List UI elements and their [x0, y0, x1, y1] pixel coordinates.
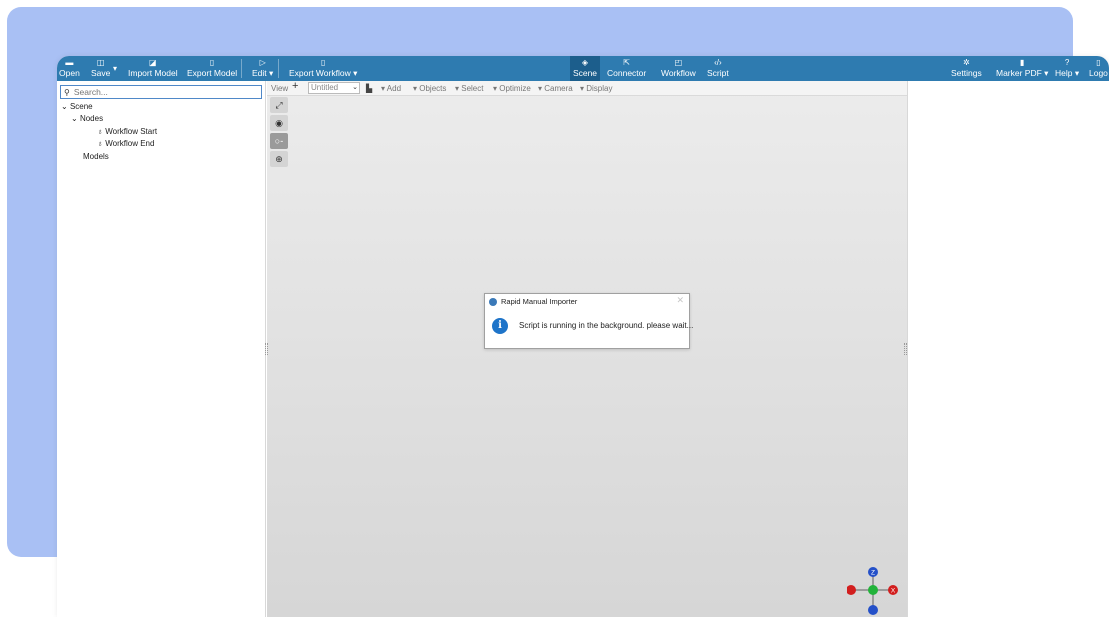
pdf-icon: ▮: [1020, 58, 1025, 67]
import-icon: ◪: [149, 58, 157, 67]
view-label: View: [271, 84, 289, 93]
main-toolbar: ▬ Open ◫ Save ▾ ◪ Import Model ▯ Export …: [57, 56, 1109, 81]
cube-icon: ◈: [581, 58, 589, 67]
camera-menu[interactable]: ▾ Camera: [538, 83, 573, 94]
help-icon: ?: [1064, 58, 1070, 67]
scene-tree-panel: ⚲ ⌄ Scene ⌄ Nodes ♁ Workflow Start ♁ Wor…: [57, 81, 266, 617]
help-menu[interactable]: ? Help ▾: [1055, 56, 1079, 81]
connector-icon: ⇱: [623, 58, 630, 67]
save-button[interactable]: ◫ Save: [91, 56, 110, 81]
tab-workflow[interactable]: ◰ Workflow: [661, 56, 696, 81]
search-box[interactable]: ⚲: [60, 85, 262, 99]
tree-item-workflow-end[interactable]: ♁ Workflow End: [97, 138, 154, 150]
info-icon: i: [492, 318, 508, 334]
search-input[interactable]: [73, 87, 244, 97]
chevron-down-icon: ⌄: [71, 114, 78, 123]
folder-icon: ▬: [65, 58, 74, 67]
edit-menu[interactable]: ▷ Edit ▾: [252, 56, 273, 81]
logout-button[interactable]: ▯ Logo: [1089, 56, 1108, 81]
chevron-down-icon: ⌄: [61, 102, 68, 111]
target-icon[interactable]: ⊕: [270, 151, 288, 167]
dialog-title: Rapid Manual Importer: [489, 297, 577, 306]
tree-item-scene[interactable]: ⌄ Scene: [61, 101, 93, 113]
x-axis-label: X: [891, 588, 896, 595]
neg-z-axis-handle[interactable]: [868, 605, 878, 615]
tab-connector[interactable]: ⇱ Connector: [607, 56, 646, 81]
importer-dialog: Rapid Manual Importer ✕ i Script is runn…: [484, 293, 694, 349]
layers-icon[interactable]: ▙: [366, 83, 372, 94]
3d-viewport[interactable]: View + Untitled ⌄ ▙ ▾ Add ▾ Objects ▾ Se…: [267, 81, 907, 617]
marker-pdf-menu[interactable]: ▮ Marker PDF ▾: [996, 56, 1048, 81]
gear-icon: ✲: [963, 58, 970, 67]
neg-x-axis-handle[interactable]: [847, 585, 856, 595]
export-workflow-icon: ▯: [320, 58, 326, 67]
tree-item-nodes[interactable]: ⌄ Nodes: [71, 113, 103, 125]
toolbar-divider: [241, 59, 242, 78]
z-axis-label: Z: [871, 570, 875, 577]
toolbar-divider: [278, 59, 279, 78]
settings-button[interactable]: ✲ Settings: [951, 56, 982, 81]
chevron-down-icon: ⌄: [352, 84, 358, 91]
eye-icon[interactable]: ◉: [270, 115, 288, 131]
chevron-down-icon: ▾: [113, 64, 118, 73]
tree-item-workflow-start[interactable]: ♁ Workflow Start: [97, 126, 157, 138]
dialog-message: Script is running in the background. ple…: [519, 321, 694, 330]
viewport-tools: ⤢ ◉ ○- ⊕: [270, 97, 288, 169]
add-view-button[interactable]: +: [292, 81, 298, 92]
close-icon[interactable]: ✕: [676, 295, 684, 306]
save-icon: ◫: [96, 58, 105, 67]
code-icon: ‹/›: [714, 58, 722, 67]
node-end-icon: ♁: [97, 139, 103, 148]
open-button[interactable]: ▬ Open: [59, 56, 80, 81]
edit-icon: ▷: [259, 58, 266, 67]
tab-script[interactable]: ‹/› Script: [707, 56, 729, 81]
properties-panel: [907, 81, 1109, 617]
display-menu[interactable]: ▾ Display: [580, 83, 612, 94]
logout-icon: ▯: [1096, 58, 1101, 67]
select-menu[interactable]: ▾ Select: [455, 83, 483, 94]
app-window: ▬ Open ◫ Save ▾ ◪ Import Model ▯ Export …: [57, 56, 1109, 617]
scene-select[interactable]: Untitled ⌄: [308, 82, 360, 94]
export-model-button[interactable]: ▯ Export Model: [187, 56, 237, 81]
tab-scene[interactable]: ◈ Scene: [570, 56, 600, 81]
optimize-menu[interactable]: ▾ Optimize: [493, 83, 531, 94]
tree-item-models[interactable]: Models: [83, 151, 109, 163]
workflow-icon: ◰: [674, 58, 683, 67]
search-icon: ⚲: [64, 87, 70, 97]
expand-icon[interactable]: ⤢: [270, 97, 288, 113]
add-menu[interactable]: ▾ Add: [381, 83, 401, 94]
objects-menu[interactable]: ▾ Objects: [413, 83, 446, 94]
viewport-toolbar: View + Untitled ⌄ ▙ ▾ Add ▾ Objects ▾ Se…: [267, 81, 907, 96]
export-workflow-menu[interactable]: ▯ Export Workflow ▾: [289, 56, 357, 81]
y-axis-handle[interactable]: [868, 585, 878, 595]
app-logo-icon: [489, 297, 497, 306]
left-splitter-handle[interactable]: [265, 343, 268, 355]
import-model-button[interactable]: ◪ Import Model: [128, 56, 178, 81]
axis-gizmo[interactable]: Z X: [847, 564, 899, 617]
pin-icon: ♁: [97, 127, 103, 136]
key-icon[interactable]: ○-: [270, 133, 288, 149]
export-icon: ▯: [209, 58, 215, 67]
